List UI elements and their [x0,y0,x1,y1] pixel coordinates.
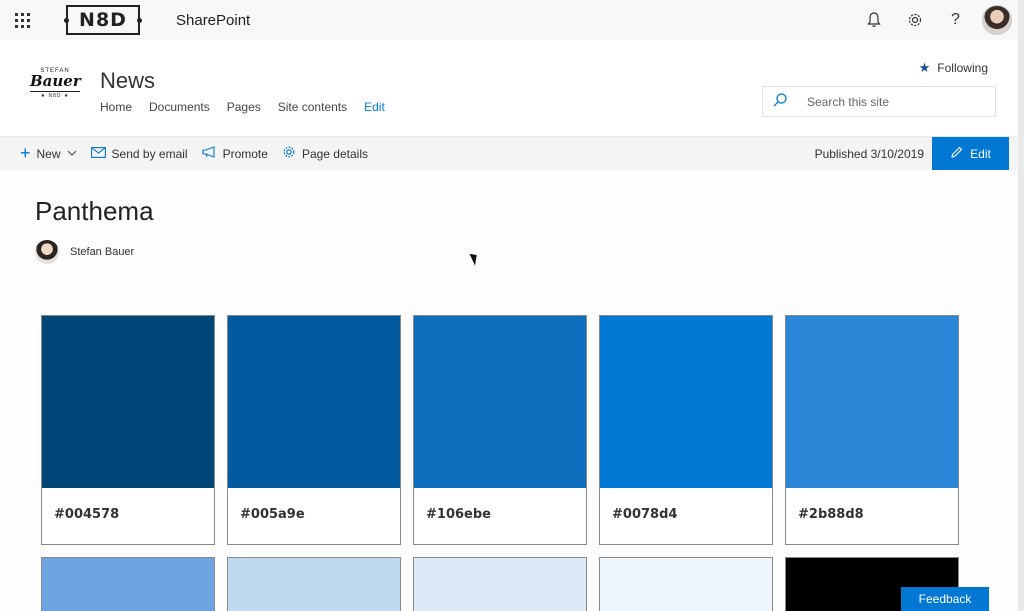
suite-bar: N8D SharePoint ? [0,0,1018,40]
page-details-label: Page details [301,146,368,161]
waffle-icon[interactable] [0,0,44,40]
star-icon: ★ [918,60,931,75]
color-swatch-fill [228,316,400,488]
page-content: Panthema Stefan Bauer #004578 #005a9e #106… [0,170,1018,611]
color-swatch-fill [42,558,214,611]
color-swatch-card: #0078d4 [599,315,773,545]
nav-pages[interactable]: Pages [227,100,261,114]
nav-home[interactable]: Home [100,100,132,114]
following-button[interactable]: ★ Following [919,60,988,76]
command-bar: + New Send by email Promote Page details… [0,136,1018,171]
site-logo[interactable]: STEFAN Bauer ★ N8D ★ [30,68,81,112]
pencil-icon [950,146,963,162]
promote-button[interactable]: Promote [195,137,275,171]
color-swatch-card: #005a9e [227,315,401,545]
color-swatch-fill [228,558,400,611]
color-swatch-grid: #004578 #005a9e #106ebe #0078d4 #2b88d8 [41,315,959,611]
color-hex-label: #0078d4 [612,507,678,522]
n8d-logo[interactable]: N8D [64,5,142,35]
color-swatch-fill [600,316,772,488]
author-name: Stefan Bauer [70,246,135,258]
site-header: STEFAN Bauer ★ N8D ★ News Home Documents… [0,40,1018,136]
mouse-cursor-icon [469,251,481,266]
site-title[interactable]: News [100,68,155,94]
color-swatch-card: #2b88d8 [785,315,959,545]
feedback-button[interactable]: Feedback [901,587,989,611]
color-swatch-fill [414,316,586,488]
help-icon[interactable]: ? [935,0,976,40]
color-swatch-fill [786,316,958,488]
site-logo-bottom: ★ N8D ★ [30,91,80,99]
color-swatch-card [227,557,401,611]
color-swatch-fill [42,316,214,488]
edit-button[interactable]: Edit [932,136,1009,171]
nav-site-contents[interactable]: Site contents [278,100,347,114]
nav-documents[interactable]: Documents [149,100,210,114]
settings-gear-icon [282,145,296,162]
following-label: Following [937,61,988,75]
author-avatar [35,240,59,264]
color-hex-label: #106ebe [426,507,491,522]
search-input[interactable] [807,94,987,109]
color-swatch-card [41,557,215,611]
megaphone-icon [202,146,217,161]
search-box[interactable] [762,86,996,117]
user-avatar[interactable] [982,5,1012,35]
page-title: Panthema [35,196,154,226]
chevron-down-icon [67,148,77,159]
promote-label: Promote [222,146,268,161]
nav-edit-link[interactable]: Edit [364,100,385,114]
edit-label: Edit [970,146,991,161]
gear-icon[interactable] [894,0,935,40]
site-nav: Home Documents Pages Site contents Edit [100,100,402,114]
app-name[interactable]: SharePoint [176,12,250,29]
send-label: Send by email [111,146,188,161]
new-label: New [36,146,61,161]
color-swatch-fill [414,558,586,611]
author-byline[interactable]: Stefan Bauer [35,240,134,264]
published-status: Published 3/10/2019 [814,146,924,161]
send-by-email-button[interactable]: Send by email [84,137,195,171]
search-icon [763,92,797,111]
mail-icon [90,146,106,161]
plus-icon: + [20,143,31,163]
color-swatch-card: #004578 [41,315,215,545]
site-logo-main: Bauer [30,72,81,90]
color-swatch-card [599,557,773,611]
page-details-button[interactable]: Page details [275,137,375,171]
color-hex-label: #004578 [54,507,120,522]
scrollbar[interactable] [1018,0,1024,611]
new-button[interactable]: + New [0,137,84,171]
color-swatch-fill [600,558,772,611]
bell-icon[interactable] [853,0,894,40]
color-swatch-card: #106ebe [413,315,587,545]
color-hex-label: #2b88d8 [798,507,864,522]
color-swatch-card [413,557,587,611]
color-hex-label: #005a9e [240,507,305,522]
